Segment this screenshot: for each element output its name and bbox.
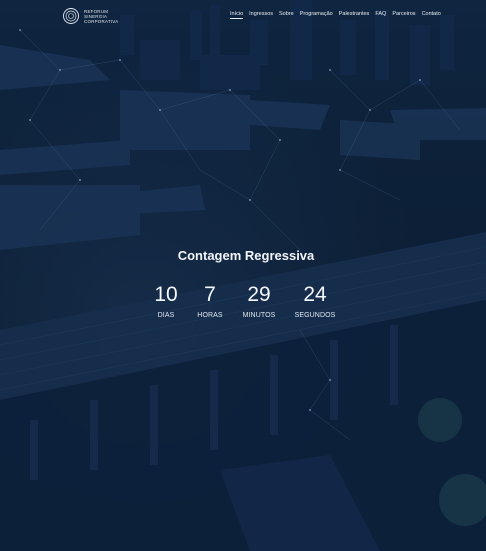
countdown-timer: 10 DIAS 7 HORAS 29 MINUTOS 24 SEGUNDOS xyxy=(0,284,486,324)
countdown-minutes: 29 MINUTOS xyxy=(229,283,289,320)
logo-circle-icon xyxy=(63,8,79,24)
hero-background xyxy=(0,0,486,551)
nav-palestrantes[interactable]: Palestrantes xyxy=(339,11,370,19)
nav-inicio[interactable]: Início xyxy=(230,11,244,19)
minutes-value: 29 xyxy=(247,283,271,306)
nav-programacao[interactable]: Programação xyxy=(300,11,333,19)
nav-ingressos[interactable]: Ingressos xyxy=(249,11,273,19)
main-nav: Início Ingressos Sobre Programação Pales… xyxy=(230,11,441,19)
countdown-seconds: 24 SEGUNDOS xyxy=(285,283,345,320)
seconds-label: SEGUNDOS xyxy=(294,312,336,319)
countdown-title: Contagem Regressiva xyxy=(177,248,315,263)
logo[interactable]: REFORUM SINERGIA CORPORATIVA xyxy=(62,7,118,25)
logo-line-3: CORPORATIVA xyxy=(84,18,119,24)
nav-contato[interactable]: Contato xyxy=(422,11,441,19)
nav-parceiros[interactable]: Parceiros xyxy=(392,11,415,19)
site-header: REFORUM SINERGIA CORPORATIVA Início Ingr… xyxy=(0,0,486,32)
logo-wordmark: REFORUM SINERGIA CORPORATIVA xyxy=(84,9,118,24)
seconds-value: 24 xyxy=(303,283,327,306)
nav-sobre[interactable]: Sobre xyxy=(279,11,294,19)
minutes-label: MINUTOS xyxy=(242,312,276,319)
nav-faq[interactable]: FAQ xyxy=(375,11,386,19)
countdown-section: Contagem Regressiva 10 DIAS 7 HORAS 29 M… xyxy=(0,248,486,319)
city-aerial-background xyxy=(0,0,486,551)
